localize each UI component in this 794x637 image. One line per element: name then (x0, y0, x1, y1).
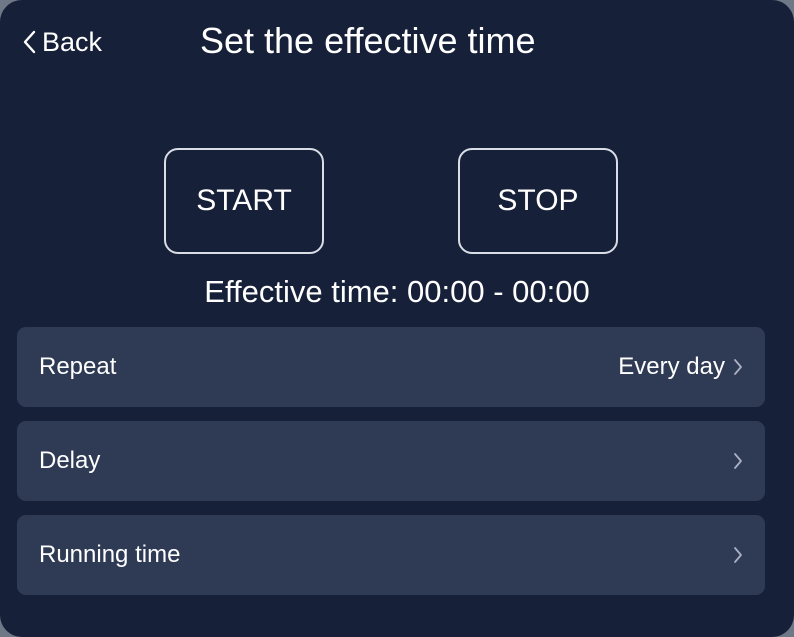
chevron-right-icon (733, 452, 743, 470)
chevron-left-icon (22, 30, 36, 54)
stop-button[interactable]: STOP (458, 148, 618, 254)
repeat-value: Every day (618, 353, 725, 380)
chevron-right-icon (733, 358, 743, 376)
back-label: Back (42, 26, 103, 57)
back-button[interactable]: Back (22, 24, 102, 60)
delay-setting-row[interactable]: Delay (17, 421, 765, 501)
start-button[interactable]: START (164, 148, 324, 254)
page-title: Set the effective time (200, 20, 536, 61)
running-time-setting-row[interactable]: Running time (17, 515, 765, 595)
delay-label: Delay (39, 447, 101, 474)
effective-time-screen: Back Set the effective time START STOP E… (0, 0, 794, 637)
chevron-right-icon (733, 546, 743, 564)
effective-time-text: Effective time: 00:00 - 00:00 (204, 274, 590, 309)
repeat-setting-row[interactable]: Repeat Every day (17, 327, 765, 407)
running-time-label: Running time (39, 541, 181, 568)
repeat-label: Repeat (39, 353, 117, 380)
